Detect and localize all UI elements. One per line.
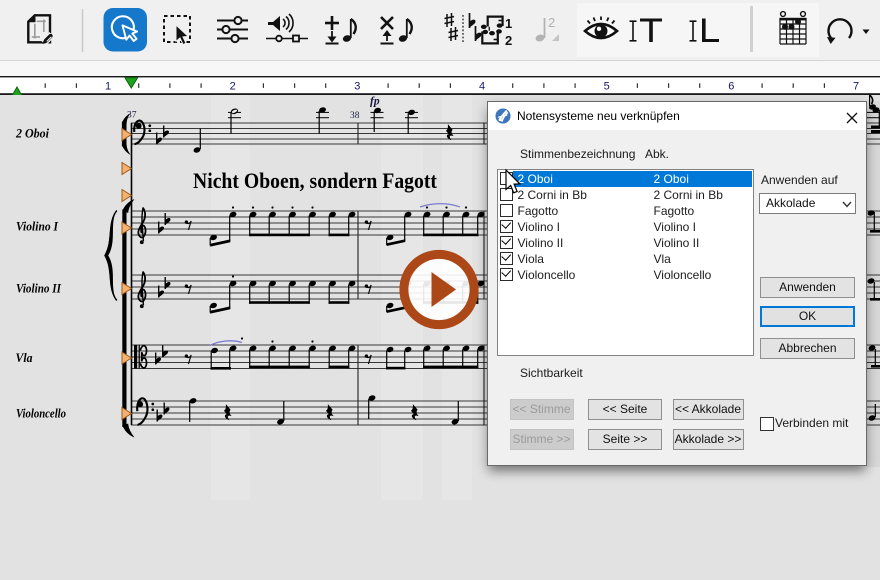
svg-text:Vla: Vla (16, 350, 33, 365)
svg-text:Violino II: Violino II (16, 281, 62, 296)
svg-text:Violino I: Violino I (16, 219, 59, 234)
svg-text:Violoncello: Violoncello (16, 406, 66, 421)
svg-text:fp: fp (370, 96, 380, 108)
svg-text:Nicht Oboen, sondern Fagott: Nicht Oboen, sondern Fagott (193, 168, 437, 193)
svg-text:37: 37 (127, 111, 137, 121)
svg-text:2 Oboi: 2 Oboi (15, 126, 49, 141)
svg-text:38: 38 (350, 111, 360, 121)
